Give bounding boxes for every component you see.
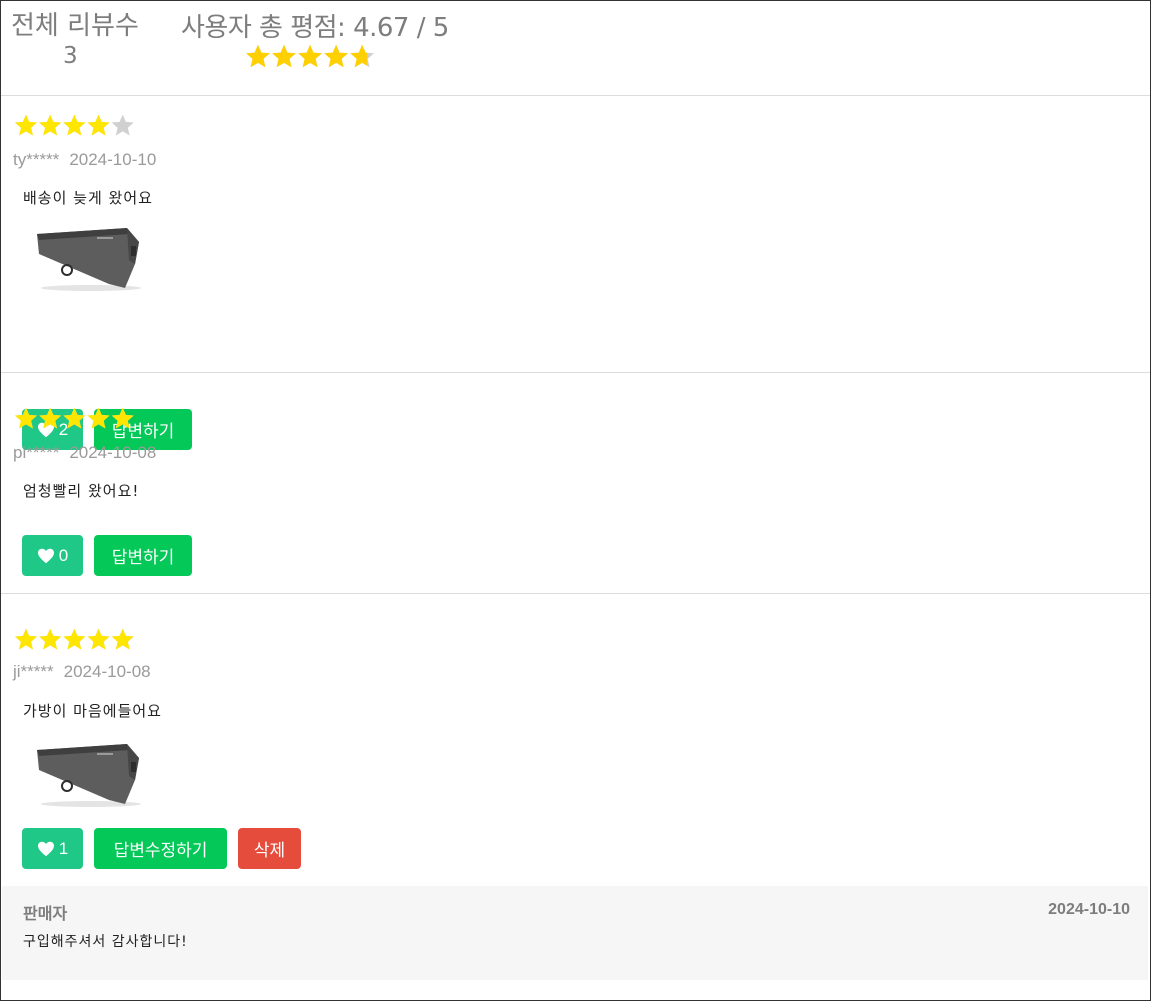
review-content: 가방이 마음에들어요	[23, 702, 162, 720]
heart-icon	[37, 548, 54, 563]
review-rating-stars	[13, 113, 136, 139]
review-date: 2024-10-08	[63, 662, 151, 681]
star-icon	[63, 114, 86, 136]
star-icon	[87, 628, 110, 650]
like-button[interactable]: 1	[22, 828, 83, 869]
rating-stars-graphic	[246, 44, 375, 68]
star-icon	[87, 114, 110, 136]
heart-icon	[37, 841, 54, 856]
review-item: ji***** 2024-10-08 가방이 마음에들어요 1 답변수정하기 삭제…	[1, 594, 1150, 995]
star-icon	[350, 44, 375, 68]
average-rating-label: 사용자 총 평점: 4.67 / 5	[181, 13, 449, 43]
star-icon	[111, 114, 134, 136]
review-photo[interactable]	[31, 736, 146, 811]
review-summary: 전체 리뷰수 3 사용자 총 평점: 4.67 / 5	[1, 1, 1150, 96]
star-icon	[39, 628, 62, 650]
rating-stars-graphic	[14, 628, 134, 650]
delete-button[interactable]: 삭제	[238, 828, 301, 869]
review-meta: pi***** 2024-10-08	[13, 443, 156, 463]
review-rating-stars	[13, 406, 136, 432]
seller-reply-author: 판매자	[23, 904, 68, 923]
review-content: 배송이 늦게 왔어요	[23, 189, 153, 207]
star-icon	[87, 407, 110, 429]
star-icon	[272, 44, 296, 68]
reply-button[interactable]: 답변하기	[94, 535, 192, 576]
star-icon	[14, 628, 38, 650]
rating-stars-graphic	[14, 114, 134, 136]
like-count: 0	[58, 545, 69, 565]
star-icon	[111, 407, 134, 429]
review-item: pi***** 2024-10-08 엄청빨리 왔어요! 0 답변하기	[1, 373, 1150, 594]
average-rating-stars	[244, 43, 376, 71]
star-icon	[14, 114, 38, 136]
review-meta: ji***** 2024-10-08	[13, 662, 151, 682]
star-icon	[39, 407, 62, 429]
review-date: 2024-10-10	[69, 150, 157, 169]
star-icon	[63, 628, 86, 650]
review-content: 엄청빨리 왔어요!	[23, 482, 140, 500]
review-rating-stars	[13, 627, 136, 653]
review-item: ty***** 2024-10-10 배송이 늦게 왔어요 2 답변하기	[1, 96, 1150, 450]
seller-reply-date: 2024-10-10	[1048, 901, 1130, 918]
review-meta: ty***** 2024-10-10	[13, 150, 156, 170]
review-panel: 전체 리뷰수 3 사용자 총 평점: 4.67 / 5 ty***** 2024-…	[0, 0, 1151, 1001]
reviewer-name: ty*****	[13, 150, 60, 169]
like-button[interactable]: 0	[22, 535, 83, 576]
star-icon	[324, 44, 349, 68]
reviewer-name: pi*****	[13, 443, 60, 462]
review-date: 2024-10-08	[69, 443, 157, 462]
star-icon	[14, 407, 38, 429]
star-icon	[246, 44, 270, 68]
total-review-count: 3	[63, 43, 78, 69]
like-count: 1	[58, 838, 69, 858]
review-photo[interactable]	[31, 220, 146, 295]
edit-reply-button[interactable]: 답변수정하기	[94, 828, 227, 869]
seller-reply: 판매자 2024-10-10 구입해주셔서 감사합니다!	[2, 886, 1148, 980]
seller-reply-text: 구입해주셔서 감사합니다!	[23, 934, 188, 950]
star-icon	[298, 44, 322, 68]
total-review-label: 전체 리뷰수	[11, 11, 139, 41]
rating-stars-graphic	[14, 407, 134, 429]
star-icon	[111, 628, 134, 650]
reviewer-name: ji*****	[13, 662, 54, 681]
star-icon	[63, 407, 86, 429]
star-icon	[39, 114, 62, 136]
